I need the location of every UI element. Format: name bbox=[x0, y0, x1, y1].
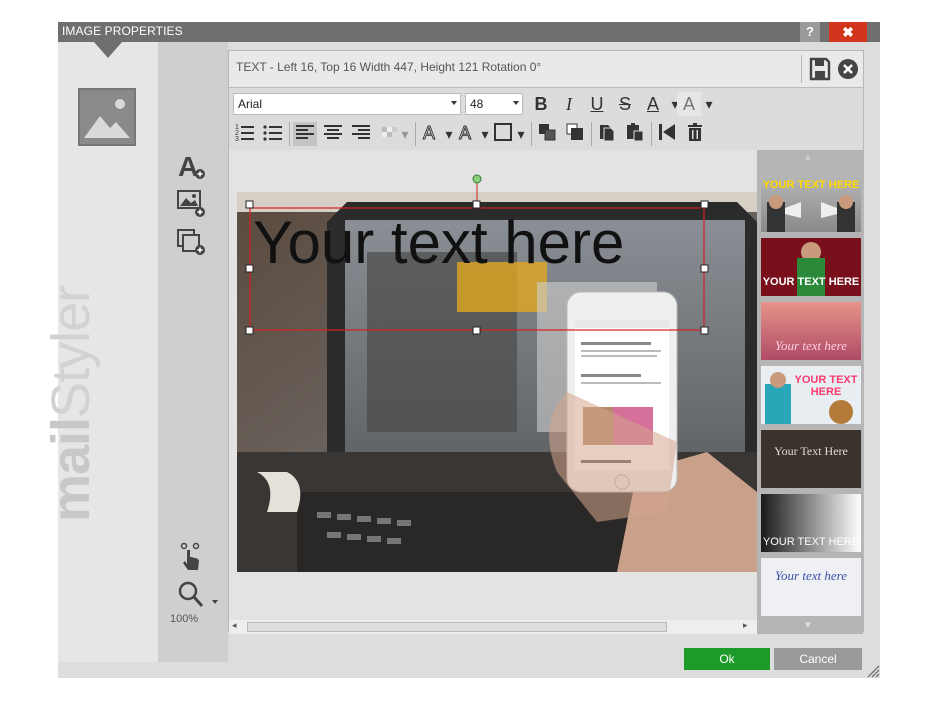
dialog-title: IMAGE PROPERTIES bbox=[62, 24, 183, 38]
scroll-down-icon[interactable]: ▼ bbox=[803, 620, 813, 631]
add-image-icon[interactable] bbox=[176, 188, 212, 220]
add-layer-icon[interactable] bbox=[176, 226, 212, 258]
template-thumbnail-2[interactable]: YOUR TEXT HERE bbox=[761, 238, 861, 296]
copy-icon[interactable] bbox=[595, 122, 619, 146]
brand-logo: mailStyler bbox=[40, 222, 101, 522]
zoom-level: 100% bbox=[170, 613, 199, 625]
divider bbox=[591, 122, 592, 146]
help-button[interactable]: ? bbox=[800, 22, 820, 42]
ok-button[interactable]: Ok bbox=[684, 648, 770, 670]
divider bbox=[415, 122, 416, 146]
title-bar: IMAGE PROPERTIES ? ✖ bbox=[58, 22, 880, 42]
formatting-toolbar: Arial 48 B I U S A ▾ A ▾ 123 ▾ A ▾ A A ▾… bbox=[229, 87, 863, 151]
close-layer-icon[interactable] bbox=[837, 57, 859, 86]
template-thumbnail-7[interactable]: Your text here bbox=[761, 558, 861, 616]
chevron-down-icon[interactable]: ▾ bbox=[509, 122, 533, 146]
scroll-right-icon[interactable]: ▸ bbox=[743, 620, 748, 631]
template-text-4: YOUR TEXT HERE bbox=[794, 374, 858, 398]
zoom-icon[interactable] bbox=[176, 580, 218, 612]
underline-button[interactable]: U bbox=[585, 92, 609, 116]
template-text-6: YOUR TEXT HERE bbox=[762, 536, 860, 548]
horizontal-scrollbar[interactable]: ◂ ▸ bbox=[229, 620, 757, 634]
reset-position-icon[interactable] bbox=[655, 122, 679, 146]
divider bbox=[651, 122, 652, 146]
template-gallery: ▲ YOUR TEXT HERE YOUR TEXT HERE Your tex… bbox=[757, 150, 863, 634]
cancel-button[interactable]: Cancel bbox=[774, 648, 862, 670]
strikethrough-button[interactable]: S bbox=[613, 92, 637, 116]
svg-text:A: A bbox=[459, 123, 471, 142]
font-family-select[interactable]: Arial bbox=[233, 93, 461, 115]
canvas-area[interactable]: Your text here bbox=[229, 150, 757, 620]
align-left-icon[interactable] bbox=[293, 122, 317, 146]
scroll-thumb[interactable] bbox=[247, 622, 667, 632]
template-thumbnail-6[interactable]: YOUR TEXT HERE bbox=[761, 494, 861, 552]
italic-button[interactable]: I bbox=[557, 92, 581, 116]
template-thumbnail-1[interactable]: YOUR TEXT HERE bbox=[761, 174, 861, 232]
numbered-list-icon[interactable]: 123 bbox=[233, 122, 257, 146]
bold-button[interactable]: B bbox=[529, 92, 553, 116]
chevron-down-icon[interactable]: ▾ bbox=[393, 122, 417, 146]
template-text-7: Your text here bbox=[775, 568, 847, 583]
font-size-select[interactable]: 48 bbox=[465, 93, 523, 115]
divider bbox=[531, 122, 532, 146]
chevron-down-icon[interactable]: ▾ bbox=[697, 92, 721, 116]
delete-icon[interactable] bbox=[683, 122, 707, 146]
close-button[interactable]: ✖ bbox=[829, 22, 867, 42]
brand-bold: mail bbox=[41, 417, 101, 522]
scroll-up-icon[interactable]: ▲ bbox=[803, 152, 813, 163]
svg-text:3: 3 bbox=[235, 136, 239, 142]
text-layer[interactable]: Your text here bbox=[253, 208, 624, 277]
template-text-3: Your text here bbox=[775, 338, 847, 353]
chevron-down-icon bbox=[451, 101, 457, 105]
scroll-left-icon[interactable]: ◂ bbox=[232, 620, 237, 631]
template-text-2: YOUR TEXT HERE bbox=[762, 276, 860, 288]
pointer-icon[interactable] bbox=[176, 540, 212, 572]
divider bbox=[289, 122, 290, 146]
chevron-down-icon bbox=[513, 101, 519, 105]
layer-status: TEXT - Left 16, Top 16 Width 447, Height… bbox=[236, 60, 542, 74]
image-icon[interactable] bbox=[78, 88, 136, 146]
template-text-1: YOUR TEXT HERE bbox=[762, 179, 860, 191]
editor-panel: TEXT - Left 16, Top 16 Width 447, Height… bbox=[228, 50, 864, 634]
image-properties-dialog: IMAGE PROPERTIES ? ✖ mailStyler A 100% T… bbox=[41, 22, 880, 678]
template-thumbnail-5[interactable]: Your Text Here bbox=[761, 430, 861, 488]
add-text-icon[interactable]: A bbox=[176, 150, 212, 182]
template-thumbnail-4[interactable]: YOUR TEXT HERE bbox=[761, 366, 861, 424]
send-backward-icon[interactable] bbox=[563, 122, 587, 146]
bring-forward-icon[interactable] bbox=[535, 122, 559, 146]
bullet-list-icon[interactable] bbox=[261, 122, 285, 146]
template-thumbnail-3[interactable]: Your text here bbox=[761, 302, 861, 360]
font-family-value: Arial bbox=[238, 97, 263, 111]
align-center-icon[interactable] bbox=[321, 122, 345, 146]
svg-text:A: A bbox=[178, 151, 198, 182]
active-tab-indicator bbox=[94, 42, 122, 58]
save-icon[interactable] bbox=[809, 57, 831, 86]
brand-light: Styler bbox=[41, 285, 101, 418]
divider bbox=[801, 55, 802, 83]
align-right-icon[interactable] bbox=[349, 122, 373, 146]
resize-grip-icon[interactable] bbox=[864, 662, 880, 678]
paste-icon[interactable] bbox=[623, 122, 647, 146]
font-size-value: 48 bbox=[470, 97, 484, 111]
template-text-5: Your Text Here bbox=[774, 444, 848, 458]
svg-text:A: A bbox=[423, 123, 435, 142]
font-color-button[interactable]: A bbox=[641, 92, 665, 116]
